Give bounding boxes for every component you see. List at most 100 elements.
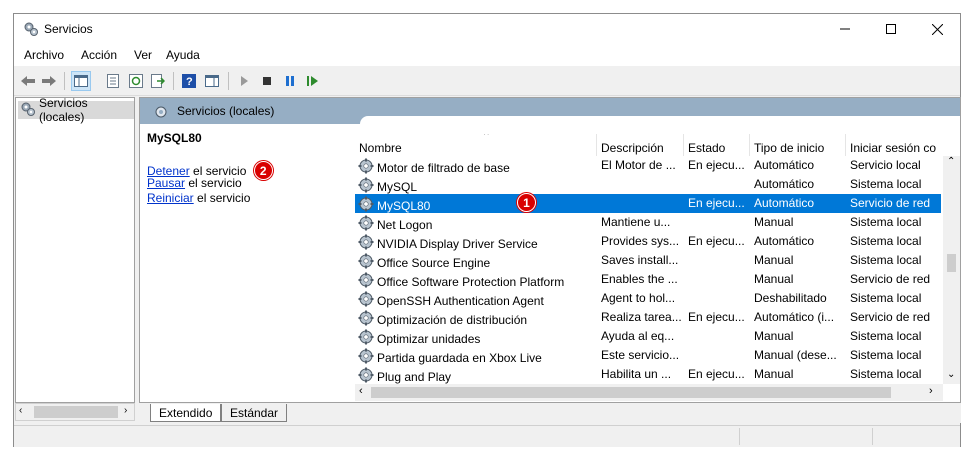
- scroll-right-icon[interactable]: ›: [929, 385, 933, 397]
- panel-header: Servicios (locales): [140, 98, 960, 124]
- stop-service-icon[interactable]: [257, 71, 277, 91]
- tree-horizontal-scrollbar[interactable]: ‹ ›: [15, 403, 135, 421]
- service-logon-cell: Servicio de red: [850, 272, 931, 286]
- menu-archivo[interactable]: Archivo: [24, 48, 64, 62]
- service-logon-cell: Sistema local: [850, 291, 922, 305]
- close-button[interactable]: [914, 14, 960, 44]
- callout-badge-1: 1: [517, 193, 536, 212]
- restart-service-icon[interactable]: [303, 71, 323, 91]
- service-start-cell: Automático: [754, 234, 815, 248]
- service-start-cell: Manual (dese...: [754, 348, 837, 362]
- service-row[interactable]: Office Source Engine Saves install... Manu…: [355, 251, 941, 270]
- scroll-thumb[interactable]: [947, 254, 956, 272]
- pause-service-link[interactable]: Pausar: [147, 176, 185, 190]
- maximize-button[interactable]: [868, 14, 914, 44]
- back-arrow-icon[interactable]: [18, 71, 38, 91]
- service-state-cell: En ejecu...: [688, 234, 745, 248]
- service-start-cell: Automático: [754, 177, 815, 191]
- services-gear-icon: [23, 21, 39, 40]
- service-name-cell: Plug and Play: [358, 367, 598, 384]
- service-row[interactable]: MySQL80 En ejecu... Automático Servicio de …: [355, 193, 941, 213]
- scroll-down-icon[interactable]: ⌄: [947, 369, 955, 380]
- service-row[interactable]: OpenSSH Authentication Agent Agent to hol…: [355, 289, 941, 308]
- service-logon-cell: Servicio de red: [850, 196, 931, 210]
- service-name: NVIDIA Display Driver Service: [377, 236, 538, 251]
- service-desc-cell: Saves install...: [601, 253, 679, 267]
- service-row[interactable]: Optimizar unidades Ayuda al eq... Manual Si…: [355, 327, 941, 346]
- toolbar: ?: [14, 66, 960, 96]
- show-action-pane-icon[interactable]: [202, 71, 222, 91]
- extended-description-pane: MySQL80 Detener el servicio 2 Pausar el …: [140, 124, 355, 402]
- service-name: Optimización de distribución: [377, 312, 528, 327]
- export-list-icon[interactable]: [148, 71, 168, 91]
- service-row[interactable]: Office Software Protection Platform Enabl…: [355, 270, 941, 289]
- menu-accion[interactable]: Acción: [81, 48, 117, 62]
- callout-badge-2: 2: [253, 161, 273, 180]
- service-row[interactable]: Net Logon Mantiene u... Manual Sistema loca…: [355, 213, 941, 232]
- column-header-log-on-as[interactable]: Iniciar sesión co: [846, 134, 943, 156]
- services-rows: Motor de filtrado de base El Motor de ...…: [355, 156, 941, 384]
- action-restart-text: el servicio: [193, 191, 251, 205]
- horizontal-scrollbar[interactable]: ‹ ›: [355, 384, 943, 401]
- column-header-status[interactable]: Estado: [684, 134, 750, 156]
- service-state-cell: En ejecu...: [688, 158, 745, 172]
- vertical-scrollbar[interactable]: ⌃ ⌄: [943, 156, 960, 384]
- refresh-icon[interactable]: [126, 71, 146, 91]
- service-name: Partida guardada en Xbox Live: [377, 350, 542, 365]
- menu-ayuda[interactable]: Ayuda: [166, 48, 200, 62]
- service-name: MySQL: [377, 179, 418, 194]
- service-row[interactable]: MySQL Automático Sistema local: [355, 175, 941, 194]
- service-start-cell: Deshabilitado: [754, 291, 827, 305]
- column-header-startup-type[interactable]: Tipo de inicio: [750, 134, 846, 156]
- scroll-left-icon[interactable]: ‹: [359, 385, 363, 397]
- properties-icon[interactable]: [103, 71, 123, 91]
- service-row[interactable]: Optimización de distribución Realiza tare…: [355, 308, 941, 327]
- minimize-button[interactable]: [822, 14, 868, 44]
- service-start-cell: Automático: [754, 196, 815, 210]
- column-header-description[interactable]: Descripción: [597, 134, 684, 156]
- scroll-thumb[interactable]: [34, 406, 118, 418]
- action-restart: Reiniciar el servicio: [147, 191, 250, 205]
- tree-item-services-local[interactable]: Servicios (locales): [18, 96, 134, 124]
- service-logon-cell: Sistema local: [850, 329, 922, 343]
- services-list: ^ Nombre Descripción Estado Tipo de inic…: [355, 124, 960, 402]
- column-header-name[interactable]: ^ Nombre: [355, 134, 597, 156]
- panel-title: Servicios (locales): [177, 104, 275, 118]
- service-gear-icon: [358, 367, 374, 384]
- services-panel: Servicios (locales) MySQL80 Detener el s…: [139, 97, 961, 403]
- start-service-icon[interactable]: [234, 71, 254, 91]
- restart-service-link[interactable]: Reiniciar: [147, 191, 194, 205]
- service-state-cell: En ejecu...: [688, 196, 745, 210]
- scroll-thumb[interactable]: [371, 387, 891, 398]
- status-bar: [14, 425, 960, 447]
- services-gear-icon: [20, 101, 36, 120]
- service-name: Optimizar unidades: [377, 331, 481, 346]
- service-row[interactable]: Partida guardada en Xbox Live Este servic…: [355, 346, 941, 365]
- service-start-cell: Automático: [754, 158, 815, 172]
- services-gear-icon: [154, 104, 170, 123]
- service-state-cell: En ejecu...: [688, 310, 745, 324]
- pause-service-icon[interactable]: [280, 71, 300, 91]
- service-start-cell: Manual: [754, 329, 794, 343]
- service-row[interactable]: Motor de filtrado de base El Motor de ...…: [355, 156, 941, 175]
- scroll-right-icon[interactable]: ›: [124, 405, 127, 416]
- service-row[interactable]: Plug and Play Habilita un ... En ejecu... M…: [355, 365, 941, 384]
- forward-arrow-icon[interactable]: [39, 71, 59, 91]
- service-row[interactable]: NVIDIA Display Driver Service Provides sy…: [355, 232, 941, 251]
- menu-bar: Archivo Acción Ver Ayuda: [14, 44, 960, 66]
- scroll-left-icon[interactable]: ‹: [19, 405, 22, 416]
- window-title: Servicios: [44, 22, 93, 36]
- tab-standard[interactable]: Estándar: [221, 404, 288, 422]
- menu-ver[interactable]: Ver: [134, 48, 152, 62]
- service-desc-cell: Agent to hol...: [601, 291, 676, 305]
- service-desc-cell: Este servicio...: [601, 348, 680, 362]
- help-icon[interactable]: ?: [179, 71, 199, 91]
- services-window: Servicios Archivo Acción Ver Ayuda ? Ser…: [13, 13, 961, 447]
- service-desc-cell: Ayuda al eq...: [601, 329, 675, 343]
- service-logon-cell: Servicio local: [850, 158, 921, 172]
- scroll-up-icon[interactable]: ⌃: [947, 156, 955, 167]
- tab-extended[interactable]: Extendido: [150, 404, 222, 422]
- console-tree: Servicios (locales): [15, 96, 135, 403]
- service-desc-cell: Mantiene u...: [601, 215, 671, 229]
- show-tree-icon[interactable]: [71, 71, 91, 91]
